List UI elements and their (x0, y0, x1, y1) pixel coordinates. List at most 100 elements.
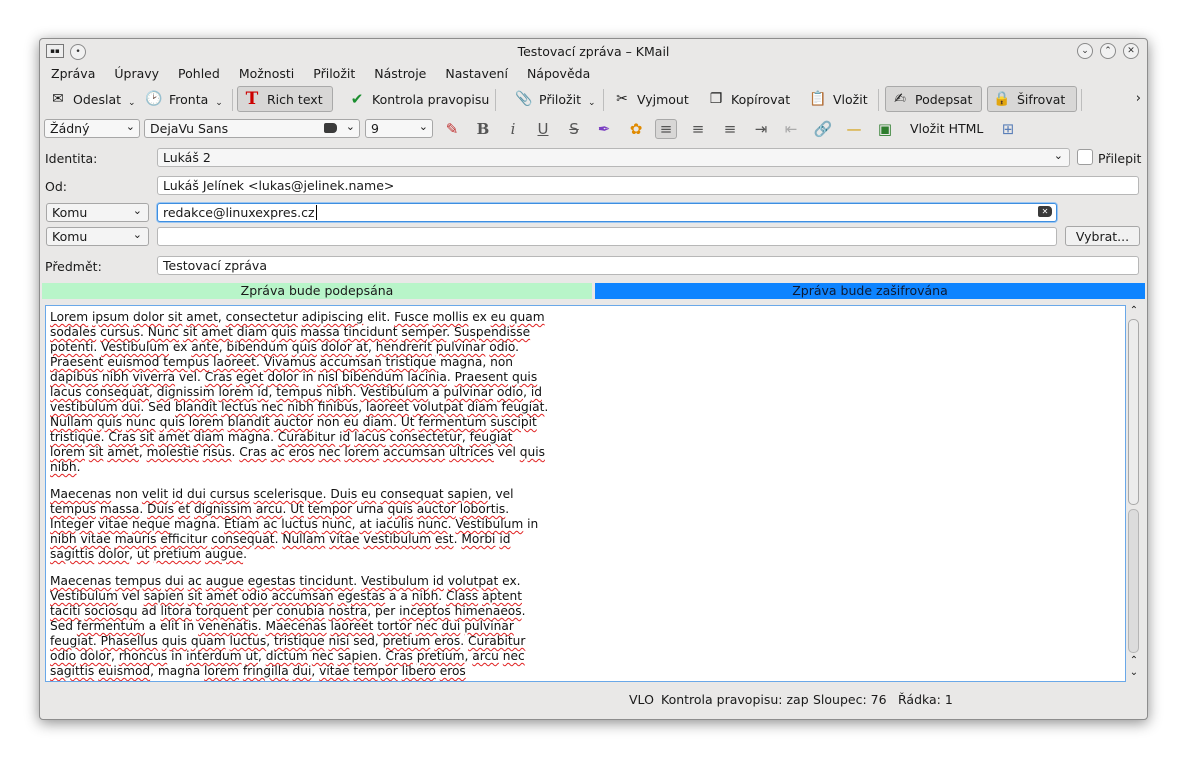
send-label: Odeslat (73, 91, 122, 107)
underline-icon[interactable]: U (532, 119, 554, 139)
editor-scrollbar[interactable]: ⌃ ⌃ ⌄ (1127, 305, 1141, 682)
text-color-icon[interactable]: ✒ (593, 119, 615, 139)
highlight-color-icon[interactable]: ✿ (625, 119, 647, 139)
copy-label: Kopírovat (731, 91, 791, 107)
align-left-icon[interactable]: ≡ (655, 119, 677, 139)
subject-field[interactable]: Testovací zpráva (157, 256, 1139, 275)
signature-icon: ✍ (894, 91, 906, 107)
body-paragraph: Lorem ipsum dolor sit amet, consectetur … (50, 310, 549, 474)
toolbar-separator (603, 89, 604, 111)
align-center-icon[interactable]: ≡ (687, 119, 709, 139)
window-title: Testovací zpráva – KMail (517, 44, 670, 59)
menu-pohled[interactable]: Pohled (167, 66, 228, 84)
indent-icon[interactable]: ⇥ (750, 119, 772, 139)
recipient-type-value: Komu (52, 205, 88, 220)
recipient-type-select[interactable]: Komu ⌄ (46, 203, 149, 222)
recipient-value: redakce@linuxexpres.cz (163, 205, 315, 220)
chevron-down-icon: ⌄ (418, 120, 428, 133)
spellcheck-label: Kontrola pravopisu (372, 91, 490, 107)
recipient-field-empty[interactable] (157, 227, 1057, 246)
encrypt-button[interactable]: 🔒 Šifrovat (987, 86, 1077, 112)
subject-label: Předmět: (45, 259, 102, 274)
sign-status-bar: Zpráva bude podepsána (42, 283, 592, 299)
toolbar-separator (232, 89, 233, 111)
italic-icon[interactable]: i (502, 119, 524, 139)
text-cursor (315, 205, 317, 220)
maximize-icon[interactable]: ⌃ (1100, 43, 1116, 59)
clear-icon[interactable]: ✕ (1038, 206, 1052, 217)
font-family-select[interactable]: DejaVu Sans ⌄ (144, 119, 360, 138)
horizontal-rule-icon[interactable]: — (843, 119, 865, 139)
menu-nastaveni[interactable]: Nastavení (434, 66, 516, 84)
scroll-down-icon[interactable]: ⌄ (1128, 667, 1140, 678)
identity-label: Identita: (45, 151, 98, 166)
strikethrough-icon[interactable]: S (563, 119, 585, 139)
scrollbar-track[interactable] (1128, 509, 1139, 653)
menu-nastroje[interactable]: Nástroje (363, 66, 434, 84)
send-icon: ✉ (52, 91, 64, 107)
menu-bar: Zpráva Úpravy Pohled Možnosti Přiložit N… (40, 66, 598, 84)
attach-label: Přiložit (539, 91, 581, 107)
menu-moznosti[interactable]: Možnosti (228, 66, 302, 84)
copy-button[interactable]: ❐ Kopírovat (702, 86, 794, 112)
scroll-up-icon[interactable]: ⌃ (1128, 305, 1140, 316)
cut-button[interactable]: ✂ Vyjmout (608, 86, 693, 112)
toolbar-more-icon[interactable]: › (1136, 91, 1141, 106)
scrollbar-thumb[interactable] (1128, 319, 1139, 505)
recipient-type-select[interactable]: Komu ⌄ (46, 227, 149, 246)
status-bar: VLO Kontrola pravopisu: zap Sloupec: 76 … (40, 692, 1147, 710)
spellcheck-icon: ✔ (350, 90, 364, 108)
recipient-type-value: Komu (52, 229, 88, 244)
from-field[interactable]: Lukáš Jelínek <lukas@jelinek.name> (157, 176, 1139, 195)
chevron-down-icon[interactable]: ⌄ (128, 98, 136, 108)
subject-value: Testovací zpráva (163, 258, 267, 273)
insert-table-icon[interactable]: ⊞ (997, 119, 1019, 139)
chevron-down-icon[interactable]: ⌄ (588, 98, 596, 108)
clear-icon[interactable] (324, 123, 337, 133)
toolbar-separator (878, 89, 879, 111)
chevron-down-icon[interactable]: ⌄ (215, 98, 223, 108)
paste-button[interactable]: 📋 Vložit (804, 86, 872, 112)
status-mode: VLO (629, 692, 654, 707)
spellcheck-button[interactable]: ✔ Kontrola pravopisu (343, 86, 493, 112)
message-body-editor[interactable]: Lorem ipsum dolor sit amet, consectetur … (45, 305, 1126, 682)
select-recipients-button[interactable]: Vybrat... (1065, 226, 1140, 246)
close-icon[interactable]: ✕ (1123, 43, 1139, 59)
minimize-icon[interactable]: ⌄ (1077, 43, 1093, 59)
paragraph-style-value: Žádný (50, 121, 90, 136)
scroll-up-icon[interactable]: ⌃ (1128, 655, 1140, 666)
align-right-icon[interactable]: ≡ (719, 119, 741, 139)
insert-image-icon[interactable]: ▣ (874, 119, 896, 139)
eraser-icon[interactable]: ✎ (441, 119, 463, 139)
recipient-field[interactable]: redakce@linuxexpres.cz ✕ (157, 203, 1057, 222)
copy-icon: ❐ (709, 91, 723, 107)
rich-text-button[interactable]: T Rich text (237, 86, 333, 112)
identity-select[interactable]: Lukáš 2 ⌄ (157, 148, 1070, 167)
message-body-text: Lorem ipsum dolor sit amet, consectetur … (50, 310, 550, 681)
paragraph-style-select[interactable]: Žádný ⌄ (44, 119, 140, 138)
bold-icon[interactable]: B (472, 119, 494, 139)
encrypt-label: Šifrovat (1017, 91, 1066, 107)
font-size-value: 9 (371, 121, 379, 136)
font-size-select[interactable]: 9 ⌄ (365, 119, 433, 138)
menu-prilozit[interactable]: Přiložit (302, 66, 363, 84)
menu-napoveda[interactable]: Nápověda (516, 66, 598, 84)
clipboard-icon: 📋 (809, 91, 827, 107)
attach-button[interactable]: 📎 Přiložit ⌄ (510, 86, 600, 112)
send-button[interactable]: ✉ Odeslat ⌄ (44, 86, 140, 112)
menu-zprava[interactable]: Zpráva (40, 66, 103, 84)
toolbar-separator (1081, 89, 1082, 111)
insert-html-button[interactable]: Vložit HTML (910, 121, 983, 136)
sticky-checkbox[interactable] (1077, 149, 1093, 165)
rich-text-label: Rich text (267, 91, 323, 107)
queue-button[interactable]: 🕑 Fronta ⌄ (140, 86, 227, 112)
sign-label: Podepsat (915, 91, 973, 107)
title-bar[interactable]: ▪▪ • Testovací zpráva – KMail ⌄ ⌃ ✕ (40, 39, 1147, 63)
cut-label: Vyjmout (637, 91, 689, 107)
chevron-down-icon: ⌄ (1053, 149, 1063, 162)
menu-upravy[interactable]: Úpravy (103, 66, 167, 84)
outdent-icon[interactable]: ⇤ (780, 119, 802, 139)
sign-button[interactable]: ✍ Podepsat (885, 86, 982, 112)
chevron-down-icon: ⌄ (125, 120, 135, 133)
insert-link-icon[interactable]: 🔗 (812, 119, 834, 139)
